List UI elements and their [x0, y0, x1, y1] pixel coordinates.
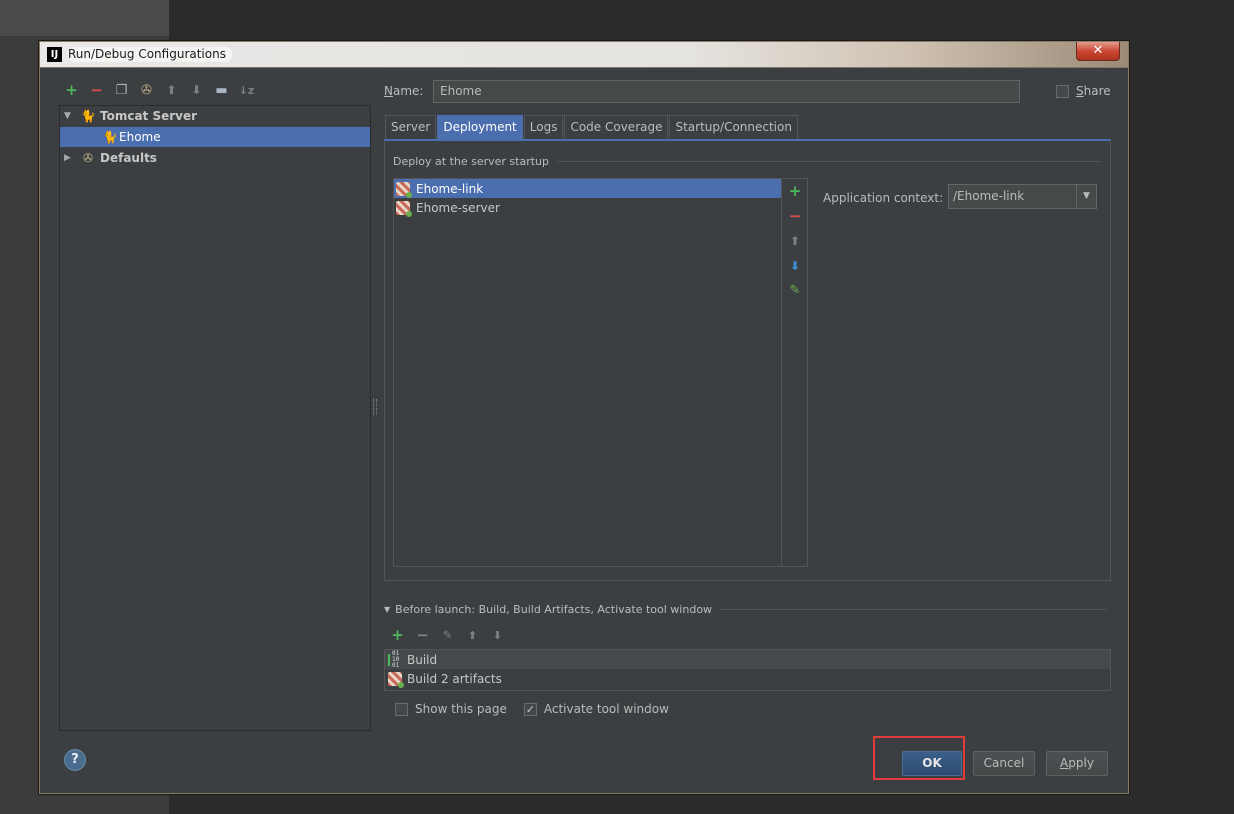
- show-this-page-label: Show this page: [415, 702, 507, 716]
- remove-icon[interactable]: −: [84, 80, 109, 100]
- artifact-row-ehome-server[interactable]: Ehome-server: [394, 198, 781, 217]
- intellij-logo-icon: IJ: [47, 47, 62, 62]
- name-input[interactable]: Ehome: [433, 80, 1020, 103]
- configuration-tree: ▼ 🐈 Tomcat Server 🐈 Ehome ▶ ✇ Defaults: [59, 105, 371, 731]
- splitter-handle[interactable]: [373, 399, 377, 415]
- share-label: Share: [1076, 84, 1111, 98]
- application-context-label: Application context:: [823, 191, 944, 205]
- tree-item-defaults[interactable]: ▶ ✇ Defaults: [60, 148, 370, 168]
- tree-item-label: Tomcat Server: [100, 109, 198, 123]
- edit-icon[interactable]: ✎: [438, 625, 457, 645]
- move-up-icon[interactable]: ⬆: [787, 233, 803, 249]
- edit-icon[interactable]: ✎: [787, 283, 803, 299]
- tree-item-ehome[interactable]: 🐈 Ehome: [60, 127, 370, 147]
- show-this-page-checkbox[interactable]: [395, 702, 408, 716]
- window-title: Run/Debug Configurations: [68, 47, 232, 62]
- deploy-section-title: Deploy at the server startup: [393, 155, 1100, 168]
- background-window-left-top: [0, 0, 169, 36]
- close-button[interactable]: ✕: [1076, 42, 1120, 61]
- launch-options: Show this page ✓ Activate tool window: [395, 702, 669, 716]
- artifact-label: Ehome-link: [416, 181, 484, 196]
- title-bar[interactable]: IJ Run/Debug Configurations ✕: [40, 42, 1128, 68]
- background-right: [1129, 0, 1234, 814]
- remove-icon[interactable]: −: [413, 625, 432, 645]
- move-down-icon[interactable]: ⬇: [184, 80, 209, 100]
- tab-server[interactable]: Server: [385, 115, 437, 139]
- folder-icon[interactable]: ▬: [209, 80, 234, 100]
- before-launch-task-build-artifacts[interactable]: Build 2 artifacts: [385, 669, 1110, 688]
- before-launch-title: Before launch: Build, Build Artifacts, A…: [395, 603, 713, 616]
- move-up-icon[interactable]: ⬆: [159, 80, 184, 100]
- build-icon: 01 10 01: [388, 650, 402, 668]
- move-up-icon[interactable]: ⬆: [463, 625, 482, 645]
- cancel-button[interactable]: Cancel: [973, 751, 1035, 776]
- tree-item-label: Defaults: [100, 151, 157, 165]
- artifact-row-ehome-link[interactable]: Ehome-link: [394, 179, 781, 198]
- collapse-arrow-icon[interactable]: ▶: [64, 153, 74, 163]
- sort-icon[interactable]: ↓z: [234, 80, 259, 100]
- help-button[interactable]: ?: [64, 749, 86, 771]
- tree-item-label: Ehome: [119, 130, 161, 144]
- application-context-select[interactable]: /Ehome-link ▼: [948, 184, 1097, 209]
- dialog-content: + − ❐ ✇ ⬆ ⬇ ▬ ↓z ▼ 🐈 Tomcat Server 🐈 Eho…: [46, 69, 1122, 787]
- wrench-icon: ✇: [82, 151, 94, 165]
- copy-icon[interactable]: ❐: [109, 80, 134, 100]
- artifact-icon: [396, 200, 412, 217]
- add-icon[interactable]: +: [787, 183, 803, 199]
- tree-item-tomcat-server[interactable]: ▼ 🐈 Tomcat Server: [60, 106, 370, 126]
- before-launch-toolbar: + − ✎ ⬆ ⬇: [388, 625, 507, 645]
- application-context-value: /Ehome-link: [953, 189, 1025, 203]
- artifact-label: Ehome-server: [416, 200, 500, 215]
- config-toolbar: + − ❐ ✇ ⬆ ⬇ ▬ ↓z: [59, 78, 259, 102]
- tab-deployment[interactable]: Deployment: [437, 115, 523, 139]
- tomcat-icon: 🐈: [102, 130, 118, 144]
- deploy-side-toolbar: + − ⬆ ⬇ ✎: [782, 178, 808, 567]
- add-icon[interactable]: +: [388, 625, 407, 645]
- before-launch-list: 01 10 01 Build Build 2 artifacts: [384, 649, 1111, 691]
- share-checkbox[interactable]: [1056, 84, 1069, 98]
- run-debug-configurations-dialog: IJ Run/Debug Configurations ✕ + − ❐ ✇ ⬆ …: [39, 41, 1129, 794]
- deploy-artifact-list: Ehome-link Ehome-server: [393, 178, 782, 567]
- remove-icon[interactable]: −: [787, 208, 803, 224]
- name-label: Name:: [384, 84, 424, 98]
- artifact-icon: [396, 181, 412, 198]
- activate-tool-window-label: Activate tool window: [543, 702, 669, 716]
- move-down-icon[interactable]: ⬇: [488, 625, 507, 645]
- tab-logs[interactable]: Logs: [523, 115, 564, 139]
- tab-code-coverage[interactable]: Code Coverage: [564, 115, 669, 139]
- add-icon[interactable]: +: [59, 80, 84, 100]
- before-launch-header[interactable]: ▼ Before launch: Build, Build Artifacts,…: [384, 603, 1107, 616]
- tab-startup-connection[interactable]: Startup/Connection: [669, 115, 798, 139]
- task-label: Build 2 artifacts: [407, 671, 502, 686]
- move-down-icon[interactable]: ⬇: [787, 258, 803, 274]
- deployment-panel: Deploy at the server startup Ehome-link …: [384, 139, 1111, 581]
- artifact-icon: [388, 671, 404, 688]
- collapse-arrow-icon[interactable]: ▼: [384, 605, 390, 614]
- activate-tool-window-checkbox[interactable]: ✓: [523, 702, 537, 716]
- edit-defaults-icon[interactable]: ✇: [134, 80, 159, 100]
- share-option[interactable]: Share: [1056, 84, 1111, 98]
- ok-button[interactable]: OK: [902, 751, 962, 776]
- task-label: Build: [407, 652, 438, 667]
- expand-arrow-icon[interactable]: ▼: [64, 111, 74, 121]
- apply-button[interactable]: Apply: [1046, 751, 1108, 776]
- chevron-down-icon[interactable]: ▼: [1076, 185, 1096, 208]
- tomcat-icon: 🐈: [80, 109, 96, 123]
- config-tabs: Server Deployment Logs Code Coverage Sta…: [385, 115, 799, 139]
- before-launch-task-build[interactable]: 01 10 01 Build: [385, 650, 1110, 669]
